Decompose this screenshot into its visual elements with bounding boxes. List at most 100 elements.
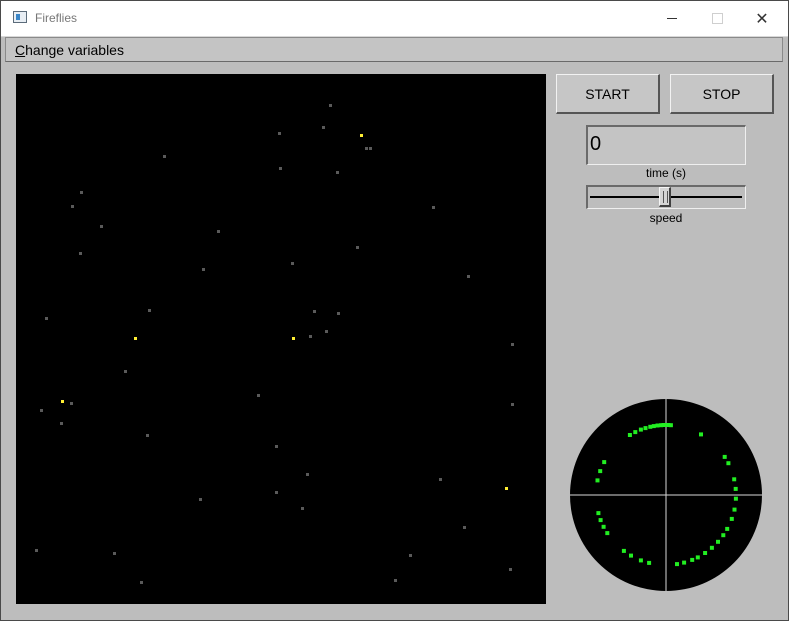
phase-dot [638,558,643,563]
title-bar[interactable]: Fireflies ✕ [1,1,788,37]
firefly-lit [134,337,137,340]
phase-dot [699,432,703,437]
firefly [45,317,48,320]
menu-change-variables[interactable]: Change variables [15,42,124,58]
phase-dot [716,539,720,544]
firefly [140,581,143,584]
firefly [113,552,116,555]
phase-dot [733,486,738,491]
phase-dot [605,531,610,536]
firefly [35,549,38,552]
firefly [70,402,73,405]
phase-dot [647,560,652,565]
firefly-lit [292,337,295,340]
maximize-icon [711,13,723,24]
phase-dot [638,427,643,432]
phase-dot [602,460,607,465]
firefly [100,225,103,228]
firefly [278,132,281,135]
phase-dot [621,548,626,553]
firefly [301,507,304,510]
phase-dot [682,560,687,565]
firefly [199,498,202,501]
firefly [511,403,514,406]
speed-label: speed [649,211,683,225]
firefly [313,310,316,313]
firefly-lit [360,134,363,137]
firefly [509,568,512,571]
firefly [356,246,359,249]
firefly [60,422,63,425]
firefly [432,206,435,209]
phase-dot [598,518,603,523]
time-label: time (s) [646,166,686,180]
menu-bar: Change variables [5,37,783,62]
phase-dot [709,545,714,550]
phase-dot [726,461,731,466]
app-window: Fireflies ✕ Change variables START STOP … [0,0,789,621]
firefly [279,167,282,170]
firefly [365,147,368,150]
firefly [337,312,340,315]
phase-dot [729,516,734,521]
phase-plot [570,399,762,591]
phase-dot [655,423,660,428]
phase-dot [733,496,738,501]
firefly [291,262,294,265]
phase-dot [721,533,726,538]
firefly [467,275,470,278]
firefly-lit [61,400,64,403]
firefly [275,491,278,494]
firefly [71,205,74,208]
time-field[interactable]: 0 [586,125,746,165]
firefly [275,445,278,448]
firefly [394,579,397,582]
speed-slider[interactable] [586,185,746,209]
firefly [257,394,260,397]
start-button[interactable]: START [556,74,660,114]
window-title: Fireflies [35,11,78,25]
phase-dot [695,555,700,560]
slider-thumb[interactable] [659,187,671,207]
phase-dot [722,454,727,459]
phase-dot [595,478,600,483]
firefly [202,268,205,271]
firefly [329,104,332,107]
minimize-button[interactable] [649,1,695,36]
firefly-lit [505,487,508,490]
close-button[interactable]: ✕ [739,1,785,36]
phase-dot [596,511,601,516]
firefly [80,191,83,194]
firefly [217,230,220,233]
phase-dot [732,507,737,512]
app-icon [13,11,27,23]
firefly [124,370,127,373]
phase-dot [659,423,664,428]
firefly [163,155,166,158]
phase-dot [675,562,679,567]
phase-dot [690,557,695,562]
firefly [146,434,149,437]
phase-dot [651,424,656,429]
phase-dot [725,526,730,531]
firefly [79,252,82,255]
firefly [336,171,339,174]
stop-button[interactable]: STOP [670,74,774,114]
firefly [40,409,43,412]
firefly [309,335,312,338]
phase-dot [648,424,653,429]
firefly [325,330,328,333]
phase-dot [732,477,737,482]
firefly [322,126,325,129]
firefly [511,343,514,346]
minimize-icon [667,18,677,19]
close-icon: ✕ [755,10,769,28]
phase-dot [598,469,603,474]
firefly [409,554,412,557]
maximize-button[interactable] [694,1,740,36]
phase-dot [627,433,632,437]
firefly [369,147,372,150]
phase-dot [643,426,648,431]
firefly-canvas [16,74,546,604]
firefly [463,526,466,529]
